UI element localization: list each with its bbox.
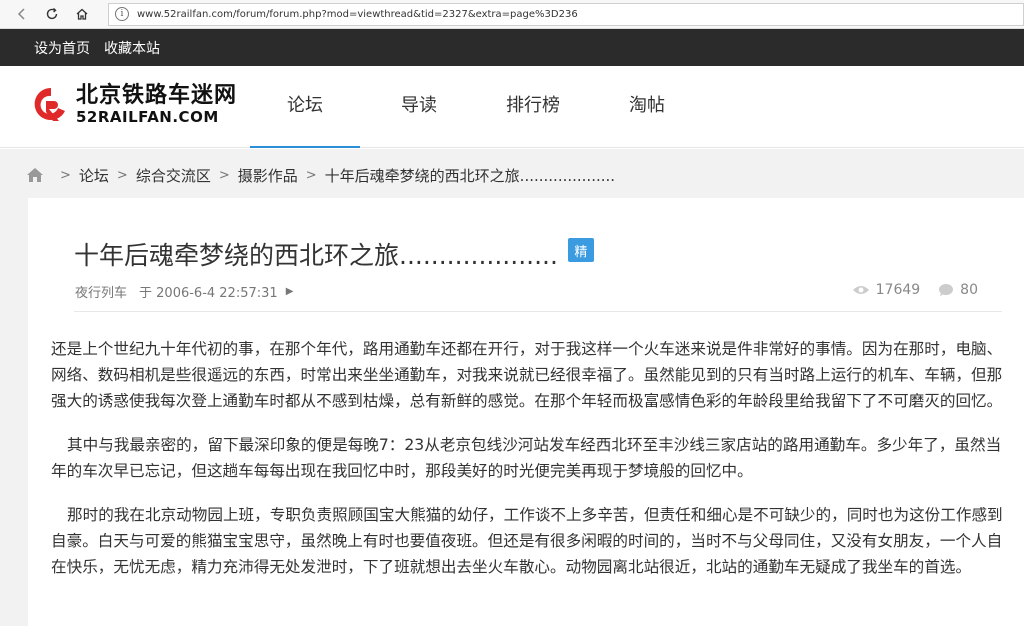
chevron-right-icon: > xyxy=(60,167,71,183)
logo-mark-icon xyxy=(32,85,70,125)
browser-toolbar: i www.52railfan.com/forum/forum.php?mod=… xyxy=(0,0,1024,29)
paragraph: 还是上个世纪九十年代初的事，在那个年代，路用通勤车还都在开行，对于我这样一个火车… xyxy=(51,340,1003,410)
chevron-right-icon: > xyxy=(218,167,230,183)
thread-panel: 十年后魂牵梦绕的西北环之旅.................... 精 夜行列车… xyxy=(28,198,1024,626)
site-topbar: 设为首页 收藏本站 xyxy=(0,29,1024,66)
set-homepage-link[interactable]: 设为首页 xyxy=(34,38,90,58)
chevron-right-icon: > xyxy=(305,167,317,183)
breadcrumb-photography[interactable]: 摄影作品 xyxy=(238,165,298,186)
nav-collections[interactable]: 淘帖 xyxy=(592,66,702,148)
home-icon[interactable] xyxy=(26,167,44,183)
address-url: www.52railfan.com/forum/forum.php?mod=vi… xyxy=(137,8,578,20)
chevron-right-icon: > xyxy=(116,167,128,183)
site-header: 北京铁路车迷网 52RAILFAN.COM 论坛 导读 排行榜 淘帖 xyxy=(0,66,1024,148)
logo-english-name: 52RAILFAN.COM xyxy=(76,108,219,126)
breadcrumb-general[interactable]: 综合交流区 xyxy=(136,165,211,186)
site-info-icon[interactable]: i xyxy=(115,7,129,21)
featured-badge[interactable]: 精 xyxy=(567,238,594,262)
comment-icon xyxy=(939,284,954,296)
logo-chinese-name: 北京铁路车迷网 xyxy=(76,83,238,108)
breadcrumb-forum[interactable]: 论坛 xyxy=(79,165,109,186)
author-link[interactable]: 夜行列车 xyxy=(75,282,127,301)
address-bar[interactable]: i www.52railfan.com/forum/forum.php?mod=… xyxy=(108,2,1024,26)
thread-stats: 17649 80 xyxy=(834,282,978,298)
site-logo[interactable]: 北京铁路车迷网 52RAILFAN.COM xyxy=(32,84,237,126)
main-nav: 论坛 导读 排行榜 淘帖 xyxy=(250,66,706,148)
back-icon[interactable] xyxy=(10,2,34,26)
play-arrow-icon[interactable]: ▶ xyxy=(286,286,294,297)
breadcrumb: > 论坛 > 综合交流区 > 摄影作品 > 十年后魂牵梦绕的西北环之旅.....… xyxy=(26,162,615,188)
eye-icon xyxy=(852,286,869,294)
thread-meta: 夜行列车 于 2006-6-4 22:57:31 ▶ xyxy=(75,282,293,301)
reply-count: 80 xyxy=(960,282,978,298)
divider xyxy=(74,311,1002,312)
post-time: 于 2006-6-4 22:57:31 xyxy=(139,286,278,301)
thread-body: 还是上个世纪九十年代初的事，在那个年代，路用通勤车还都在开行，对于我这样一个火车… xyxy=(51,336,1006,598)
paragraph: 其中与我最亲密的，留下最深印象的便是每晚7：23从老京包线沙河站发车经西北环至丰… xyxy=(51,436,1002,480)
view-count: 17649 xyxy=(875,282,921,298)
home-icon[interactable] xyxy=(70,2,94,26)
nav-guide[interactable]: 导读 xyxy=(364,66,474,148)
thread-title-row: 十年后魂牵梦绕的西北环之旅.................... 精 xyxy=(74,236,594,272)
nav-rankings[interactable]: 排行榜 xyxy=(478,66,588,148)
breadcrumb-thread[interactable]: 十年后魂牵梦绕的西北环之旅.................... xyxy=(325,165,615,186)
paragraph: 那时的我在北京动物园上班，专职负责照顾国宝大熊猫的幼仔，工作谈不上多辛苦，但责任… xyxy=(51,506,1003,576)
bookmark-site-link[interactable]: 收藏本站 xyxy=(104,38,160,58)
thread-title: 十年后魂牵梦绕的西北环之旅.................... xyxy=(74,241,558,270)
refresh-icon[interactable] xyxy=(40,2,64,26)
nav-forum[interactable]: 论坛 xyxy=(250,66,360,148)
